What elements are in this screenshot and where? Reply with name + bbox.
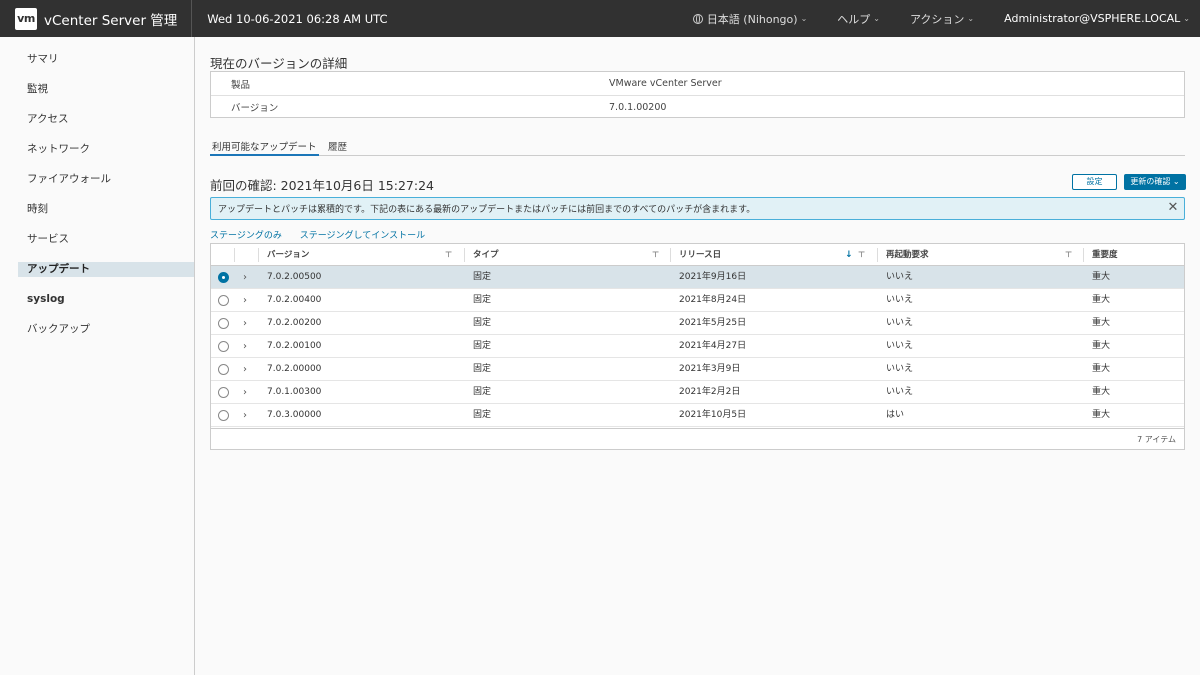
table-header: バージョン ⊤ タイプ ⊤ リリース日 ↓ ⊤ 再起動要求 ⊤ 重要度 [211, 244, 1184, 266]
version-details-card: 製品 VMware vCenter Server バージョン 7.0.1.002… [210, 71, 1185, 118]
row-radio[interactable] [218, 295, 229, 306]
sidebar-item-access[interactable]: アクセス [18, 112, 194, 127]
top-header: vm vCenter Server 管理 Wed 10-06-2021 06:2… [0, 0, 1200, 37]
version-details-title: 現在のバージョンの詳細 [210, 56, 348, 71]
alert-text: アップデートとパッチは累積的です。下記の表にある最新のアップデートまたはパッチに… [218, 205, 756, 215]
help-menu[interactable]: ヘルプ ⌄ [837, 11, 880, 27]
column-header-version[interactable]: バージョン [267, 244, 309, 266]
filter-icon[interactable]: ⊤ [1065, 244, 1072, 266]
version-value: 7.0.1.00200 [609, 101, 667, 113]
chevron-down-icon: ⌄ [1183, 14, 1190, 23]
table-row[interactable]: › 7.0.2.00000 固定 2021年3月9日 いいえ 重大 [211, 358, 1184, 381]
sidebar-item-syslog[interactable]: syslog [18, 292, 194, 307]
header-date: Wed 10-06-2021 06:28 AM UTC [207, 11, 388, 26]
row-radio[interactable] [218, 272, 229, 283]
chevron-right-icon[interactable]: › [243, 404, 247, 427]
table-row[interactable]: › 7.0.1.00300 固定 2021年2月2日 いいえ 重大 [211, 381, 1184, 404]
last-check-label: 前回の確認: 2021年10月6日 15:27:24 [210, 178, 434, 193]
action-links: ステージングのみ ステージングしてインストール [210, 228, 440, 241]
app-title: vCenter Server 管理 [44, 12, 178, 29]
version-row-product: 製品 VMware vCenter Server [211, 72, 1184, 95]
sidebar: サマリ 監視 アクセス ネットワーク ファイアウォール 時刻 サービス アップデ… [0, 37, 195, 675]
version-key: 製品 [231, 79, 251, 91]
version-key: バージョン [231, 103, 279, 114]
row-radio[interactable] [218, 364, 229, 375]
table-row[interactable]: › 7.0.2.00100 固定 2021年4月27日 いいえ 重大 [211, 335, 1184, 358]
tab-history[interactable]: 履歴 [328, 139, 347, 156]
sidebar-item-summary[interactable]: サマリ [18, 52, 194, 67]
table-footer: 7 アイテム [211, 428, 1184, 449]
tab-bar: 利用可能なアップデート 履歴 [210, 134, 1185, 156]
actions-menu[interactable]: アクション ⌄ [910, 11, 974, 27]
chevron-right-icon[interactable]: › [243, 358, 247, 381]
column-header-release-date[interactable]: リリース日 [679, 244, 721, 266]
settings-button[interactable]: 設定 [1072, 174, 1117, 190]
row-radio[interactable] [218, 341, 229, 352]
info-alert: アップデートとパッチは累積的です。下記の表にある最新のアップデートまたはパッチに… [210, 197, 1185, 220]
chevron-right-icon[interactable]: › [243, 312, 247, 335]
close-icon[interactable]: ✕ [1166, 201, 1180, 215]
row-radio[interactable] [218, 318, 229, 329]
chevron-down-icon: ⌄ [873, 14, 880, 23]
column-header-type[interactable]: タイプ [473, 244, 499, 266]
tab-available-updates[interactable]: 利用可能なアップデート [210, 139, 319, 156]
column-header-severity[interactable]: 重要度 [1092, 244, 1118, 266]
version-value: VMware vCenter Server [609, 78, 722, 89]
sidebar-item-backup[interactable]: バックアップ [18, 322, 194, 337]
filter-icon[interactable]: ⊤ [445, 244, 452, 266]
row-radio[interactable] [218, 410, 229, 421]
sidebar-item-firewall[interactable]: ファイアウォール [18, 172, 194, 187]
filter-icon[interactable]: ⊤ [652, 244, 659, 266]
filter-icon[interactable]: ⊤ [858, 244, 865, 266]
chevron-right-icon[interactable]: › [243, 335, 247, 358]
vmware-logo: vm [15, 7, 37, 30]
check-updates-button[interactable]: 更新の確認 ⌄ [1124, 174, 1186, 190]
globe-icon [692, 13, 703, 24]
chevron-right-icon[interactable]: › [243, 266, 247, 289]
sort-down-icon[interactable]: ↓ [845, 244, 853, 266]
chevron-down-icon: ⌄ [1172, 177, 1180, 186]
row-radio[interactable] [218, 387, 229, 398]
chevron-down-icon: ⌄ [800, 14, 808, 23]
sidebar-item-time[interactable]: 時刻 [18, 202, 194, 217]
column-header-reboot[interactable]: 再起動要求 [886, 244, 929, 266]
header-divider [191, 0, 193, 37]
language-menu[interactable]: 日本語 (Nihongo) ⌄ [692, 11, 808, 27]
sidebar-item-services[interactable]: サービス [18, 232, 194, 247]
stage-install-link[interactable]: ステージングしてインストール [300, 231, 425, 241]
table-row[interactable]: › 7.0.3.00000 固定 2021年10月5日 はい 重大 [211, 404, 1184, 427]
user-menu[interactable]: Administrator@VSPHERE.LOCAL ⌄ [1004, 12, 1190, 25]
chevron-right-icon[interactable]: › [243, 381, 247, 404]
chevron-down-icon: ⌄ [967, 14, 975, 23]
chevron-right-icon[interactable]: › [243, 289, 247, 312]
sidebar-item-monitor[interactable]: 監視 [18, 82, 194, 97]
version-row-version: バージョン 7.0.1.00200 [211, 95, 1184, 118]
stage-only-link[interactable]: ステージングのみ [210, 231, 282, 241]
table-row[interactable]: › 7.0.2.00400 固定 2021年8月24日 いいえ 重大 [211, 289, 1184, 312]
table-row[interactable]: › 7.0.2.00200 固定 2021年5月25日 いいえ 重大 [211, 312, 1184, 335]
sidebar-item-networking[interactable]: ネットワーク [18, 142, 194, 157]
table-row[interactable]: › 7.0.2.00500 固定 2021年9月16日 いいえ 重大 [211, 266, 1184, 289]
sidebar-item-update[interactable]: アップデート [18, 262, 194, 277]
updates-table: バージョン ⊤ タイプ ⊤ リリース日 ↓ ⊤ 再起動要求 ⊤ 重要度 › 7.… [210, 243, 1185, 450]
